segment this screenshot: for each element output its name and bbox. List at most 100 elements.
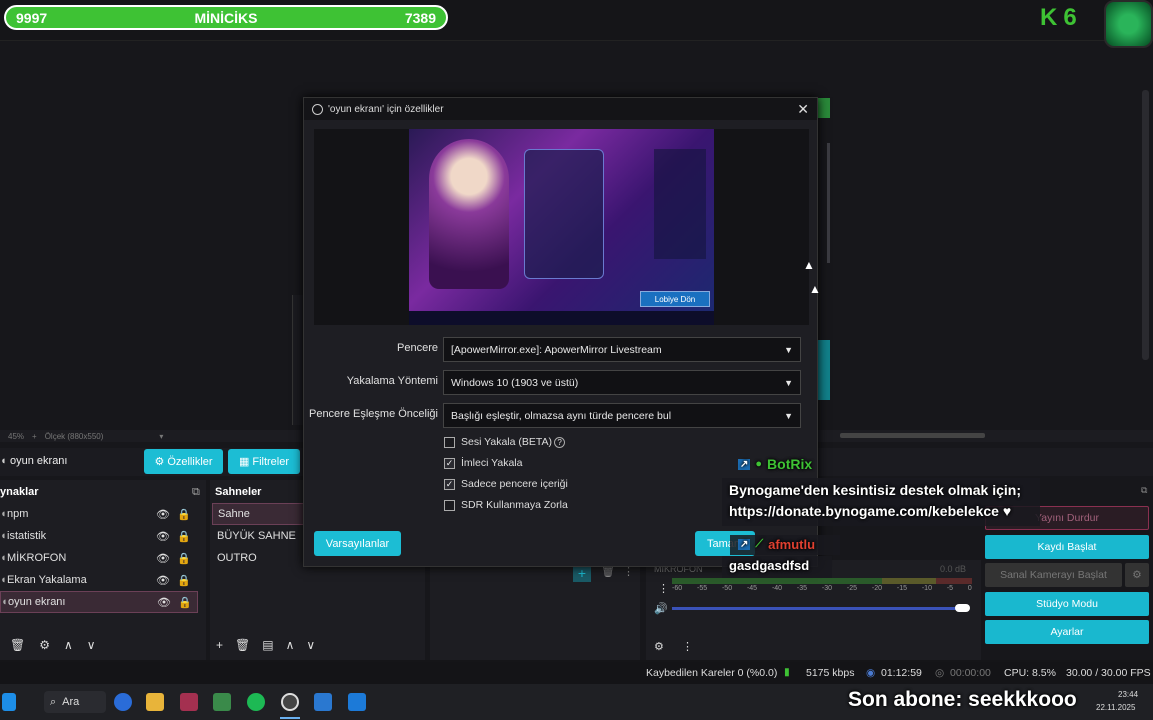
advanced-audio-icon[interactable]: ⚙ xyxy=(654,640,664,653)
checkbox-box[interactable]: ✓ xyxy=(444,457,455,469)
eye-icon[interactable]: 👁 xyxy=(156,552,170,565)
spotify-icon[interactable] xyxy=(247,693,265,711)
scene-row[interactable]: OUTRO xyxy=(212,547,305,569)
undock-icon[interactable]: ⧉ xyxy=(192,486,200,499)
eye-icon[interactable]: 👁 xyxy=(156,574,170,587)
checkbox-box[interactable] xyxy=(444,436,455,448)
lobby-card xyxy=(524,149,604,279)
checkbox-box[interactable]: ✓ xyxy=(444,478,455,490)
zoom-level[interactable]: 45% xyxy=(8,432,24,441)
file-explorer-icon[interactable] xyxy=(146,693,164,711)
dialog-scrollbar[interactable] xyxy=(827,143,830,263)
move-up-icon[interactable]: ∧ xyxy=(64,638,73,652)
kick-badge-icon: ↗ xyxy=(738,458,751,470)
windows-start-icon[interactable] xyxy=(2,693,16,711)
volume-slider[interactable] xyxy=(672,607,962,610)
scene-name: Sahne xyxy=(218,508,250,520)
field-value: [ApowerMirror.exe]: ApowerMirror Livestr… xyxy=(451,343,662,356)
lock-icon[interactable]: 🔒 xyxy=(177,530,191,543)
horizontal-scrollbar[interactable] xyxy=(840,433,985,438)
lock-icon[interactable]: 🔒 xyxy=(178,596,192,609)
source-row[interactable]: ◖ MİKROFON 👁 🔒 xyxy=(0,547,198,569)
lock-icon[interactable]: 🔒 xyxy=(177,508,191,521)
defaults-button[interactable]: Varsayılanlar xyxy=(314,531,401,556)
virtual-camera-button[interactable]: Sanal Kamerayı Başlat xyxy=(985,563,1122,587)
goal-right-count: 7389 xyxy=(404,9,436,26)
goal-bar: 9997 MİNİCİKS 7389 xyxy=(4,5,448,30)
eye-icon[interactable]: 👁 xyxy=(156,530,170,543)
scene-down-icon[interactable]: ∨ xyxy=(306,638,315,652)
option-checkbox[interactable]: SDR Kullanmaya Zorla xyxy=(444,499,568,511)
app-icon[interactable] xyxy=(180,693,198,711)
mixer-tick: -25 xyxy=(846,585,858,592)
remove-source-icon[interactable]: 🗑 xyxy=(10,638,25,652)
field-select[interactable]: Başlığı eşleştir, olmazsa aynı türde pen… xyxy=(443,403,801,428)
eye-icon[interactable]: 👁 xyxy=(157,596,171,609)
option-checkbox[interactable]: Sesi Yakala (BETA)? xyxy=(444,436,566,448)
controls-undock-icon[interactable]: ⧉ xyxy=(1141,485,1147,496)
mixer-menu-icon[interactable]: ⋮ xyxy=(658,582,669,595)
lock-icon[interactable]: 🔒 xyxy=(177,574,191,587)
start-recording-button[interactable]: Kaydı Başlat xyxy=(985,535,1149,559)
help-icon[interactable]: ? xyxy=(554,436,566,448)
source-type-icon: ◖ xyxy=(0,530,7,542)
settings-button[interactable]: Ayarlar xyxy=(985,620,1149,644)
zoom-plus-icon[interactable]: + xyxy=(32,432,37,441)
app-icon[interactable] xyxy=(314,693,332,711)
search-box[interactable]: ⌕ Ara xyxy=(44,691,106,713)
eye-icon[interactable]: 👁 xyxy=(156,508,170,521)
studio-mode-button[interactable]: Stüdyo Modu xyxy=(985,592,1149,616)
apowermirror-icon[interactable] xyxy=(348,693,366,711)
add-scene-icon[interactable]: + xyxy=(216,638,223,652)
move-down-icon[interactable]: ∨ xyxy=(87,638,96,652)
source-settings-icon[interactable]: ⚙ xyxy=(39,638,50,652)
remove-scene-icon[interactable]: 🗑 xyxy=(235,638,250,652)
mic-level-meter xyxy=(672,578,972,584)
source-icon: ◖ xyxy=(0,455,7,467)
mixer-tick: -40 xyxy=(771,585,783,592)
transitions-panel: + 🗑 ⋮ xyxy=(430,560,640,660)
close-icon[interactable]: ✕ xyxy=(797,101,809,118)
filters-button[interactable]: ▦ Filtreler xyxy=(228,449,300,474)
chevron-down-icon: ▼ xyxy=(784,377,793,388)
chart-app-icon[interactable] xyxy=(213,693,231,711)
option-checkbox[interactable]: ✓ İmleci Yakala xyxy=(444,457,522,469)
scene-row[interactable]: BÜYÜK SAHNE xyxy=(212,525,305,547)
field-select[interactable]: [ApowerMirror.exe]: ApowerMirror Livestr… xyxy=(443,337,801,362)
verified-icon: ● xyxy=(755,458,763,470)
properties-button[interactable]: ⚙ Özellikler xyxy=(144,449,223,474)
record-time: 00:00:00 xyxy=(950,667,991,679)
chat-bot-header: ↗ ● BotRix xyxy=(738,456,812,472)
mixer-tick: -15 xyxy=(896,585,907,592)
clock-time: 23:44 xyxy=(1118,690,1139,699)
virtual-camera-settings-icon[interactable]: ⚙ xyxy=(1125,563,1149,587)
scale-label[interactable]: Ölçek (880x550) xyxy=(45,432,104,441)
speaker-icon[interactable]: 🔊 xyxy=(654,602,668,615)
chevron-down-icon[interactable]: ▾ xyxy=(159,432,163,441)
preview-scrollbar[interactable] xyxy=(1142,90,1149,360)
volume-slider-handle[interactable] xyxy=(955,604,970,612)
mixer-tick: -60 xyxy=(672,585,683,592)
lock-icon[interactable]: 🔒 xyxy=(177,552,191,565)
chrome-icon[interactable] xyxy=(114,693,132,711)
source-row[interactable]: ◖ oyun ekranı 👁 🔒 xyxy=(0,591,198,613)
source-row[interactable]: ◖ Ekran Yakalama 👁 🔒 xyxy=(0,569,198,591)
option-checkbox[interactable]: ✓ Sadece pencere içeriği xyxy=(444,478,568,490)
goal-title: MİNİCİKS xyxy=(194,9,258,26)
mixer-options-icon[interactable]: ⋮ xyxy=(682,640,693,653)
source-row[interactable]: ◖ npm 👁 🔒 xyxy=(0,503,198,525)
chat-user-header: ↗ ⟋ afmutlu xyxy=(738,537,815,552)
friends-list xyxy=(654,149,706,259)
source-row[interactable]: ◖ istatistik 👁 🔒 xyxy=(0,525,198,547)
mouse-cursor-icon: ▲ xyxy=(809,282,821,296)
source-name: istatistik xyxy=(7,530,47,542)
scene-row[interactable]: Sahne xyxy=(212,503,305,525)
obs-icon[interactable] xyxy=(281,693,299,711)
scene-up-icon[interactable]: ∧ xyxy=(286,638,295,652)
mixer-tick: -30 xyxy=(821,585,833,592)
checkbox-box[interactable] xyxy=(444,499,455,511)
scene-filter-icon[interactable]: ▤ xyxy=(262,638,273,652)
stream-time: 01:12:59 xyxy=(881,667,922,679)
field-select[interactable]: Windows 10 (1903 ve üstü) ▼ xyxy=(443,370,801,395)
source-name: Ekran Yakalama xyxy=(7,574,87,586)
